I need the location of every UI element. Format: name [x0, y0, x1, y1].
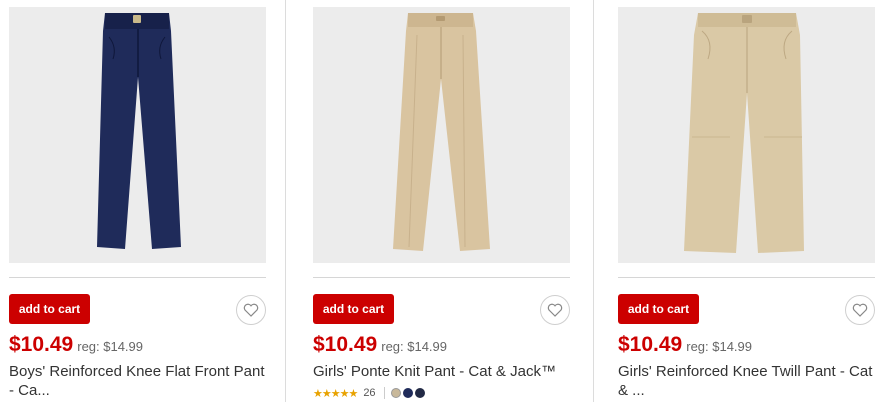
- product-card-3: add to cart $10.49 reg: $14.99 Girls' Rei…: [618, 0, 875, 402]
- card-separator: [313, 277, 570, 278]
- card-separator: [9, 277, 266, 278]
- add-to-cart-button[interactable]: add to cart: [618, 294, 699, 324]
- price-row: $10.49 reg: $14.99: [9, 333, 143, 357]
- khaki-twill-pants-image: [684, 13, 804, 253]
- add-to-cart-button[interactable]: add to cart: [313, 294, 394, 324]
- product-title-line2: - Ca...: [9, 382, 50, 399]
- color-swatch-navy[interactable]: [402, 388, 413, 398]
- regular-price: reg: $14.99: [77, 339, 144, 354]
- sale-price: $10.49: [313, 333, 378, 356]
- column-divider: [285, 0, 286, 402]
- price-row: $10.49 reg: $14.99: [313, 333, 447, 357]
- rating-row[interactable]: ★★★★★ 26: [313, 386, 425, 400]
- price-row: $10.49 reg: $14.99: [618, 333, 752, 357]
- khaki-pants-image: [393, 13, 490, 251]
- navy-pants-image: [97, 13, 181, 249]
- regular-price: reg: $14.99: [686, 339, 753, 354]
- product-title-link[interactable]: Boys' Reinforced Knee Flat Front Pant - …: [9, 362, 271, 400]
- swatch-divider: [383, 387, 385, 399]
- product-image[interactable]: [313, 7, 570, 263]
- column-divider: [593, 0, 594, 402]
- card-separator: [618, 277, 875, 278]
- sale-price: $10.49: [9, 333, 74, 356]
- product-title-line1: Girls' Reinforced Knee Twill Pant - Cat: [618, 363, 873, 380]
- color-swatch-dark-navy[interactable]: [414, 388, 425, 398]
- product-image[interactable]: [618, 7, 875, 263]
- heart-icon: [547, 303, 563, 317]
- favorite-button[interactable]: [540, 295, 570, 325]
- regular-price: reg: $14.99: [381, 339, 448, 354]
- product-title-line1: Girls' Ponte Knit Pant - Cat & Jack™: [313, 363, 556, 380]
- product-image[interactable]: [9, 7, 266, 263]
- rating-count: 26: [363, 387, 376, 399]
- product-title-link[interactable]: Girls' Ponte Knit Pant - Cat & Jack™: [313, 362, 575, 381]
- add-to-cart-button[interactable]: add to cart: [9, 294, 90, 324]
- favorite-button[interactable]: [236, 295, 266, 325]
- favorite-button[interactable]: [845, 295, 875, 325]
- color-swatch-khaki[interactable]: [390, 388, 401, 398]
- sale-price: $10.49: [618, 333, 683, 356]
- product-title-line2: & ...: [618, 382, 645, 399]
- product-title-line1: Boys' Reinforced Knee Flat Front Pant: [9, 363, 265, 380]
- heart-icon: [852, 303, 868, 317]
- product-card-1: add to cart $10.49 reg: $14.99 Boys' Rein…: [9, 0, 266, 402]
- product-card-2: add to cart $10.49 reg: $14.99 Girls' Pon…: [313, 0, 570, 402]
- heart-icon: [243, 303, 259, 317]
- star-rating-icon: ★★★★★: [313, 387, 358, 400]
- product-title-link[interactable]: Girls' Reinforced Knee Twill Pant - Cat …: [618, 362, 880, 400]
